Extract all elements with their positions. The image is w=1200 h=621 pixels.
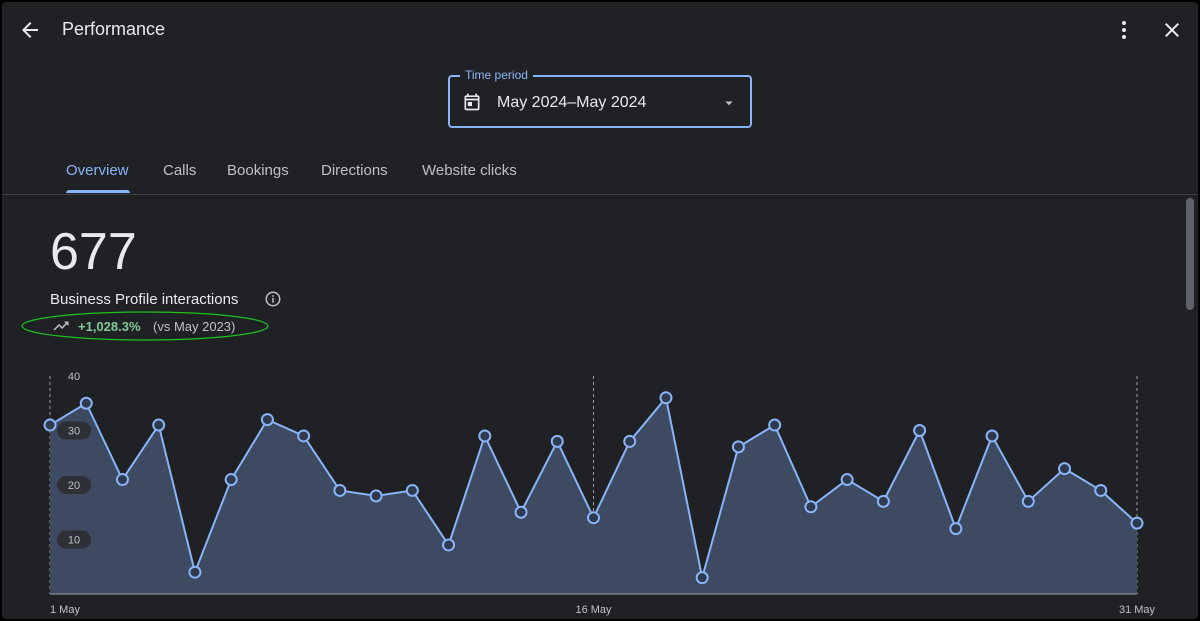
data-point bbox=[876, 494, 890, 508]
performance-dialog: Performance Time period May 2024–May 202… bbox=[2, 2, 1198, 619]
data-point bbox=[152, 418, 166, 432]
data-point bbox=[913, 424, 927, 437]
scrollbar-thumb[interactable] bbox=[1186, 198, 1194, 310]
time-period-value: May 2024–May 2024 bbox=[497, 94, 647, 111]
data-point bbox=[1130, 516, 1144, 530]
data-point bbox=[79, 396, 93, 410]
y-tick-label: 30 bbox=[68, 426, 80, 438]
tab-overview[interactable]: Overview bbox=[66, 162, 129, 179]
y-tick-label: 20 bbox=[68, 480, 80, 492]
data-point bbox=[405, 483, 419, 497]
x-tick-label: 1 May bbox=[50, 604, 80, 616]
data-point bbox=[333, 483, 347, 497]
x-tick-label: 31 May bbox=[1119, 604, 1156, 616]
arrow-back-icon[interactable] bbox=[18, 18, 42, 42]
data-point bbox=[1094, 483, 1108, 497]
top-bar: Performance bbox=[2, 2, 1198, 58]
data-point bbox=[115, 473, 129, 487]
data-point bbox=[985, 429, 999, 443]
time-period-select[interactable]: Time period May 2024–May 2024 bbox=[448, 68, 752, 128]
highlight-ellipse bbox=[21, 311, 269, 341]
page-title: Performance bbox=[62, 19, 166, 39]
data-point bbox=[659, 391, 673, 405]
active-tab-indicator bbox=[66, 190, 130, 193]
time-period-label: Time period bbox=[460, 68, 533, 82]
data-point bbox=[297, 429, 311, 443]
tab-directions[interactable]: Directions bbox=[321, 162, 388, 179]
data-point bbox=[260, 413, 274, 427]
data-point bbox=[623, 434, 637, 448]
x-tick-label: 16 May bbox=[575, 604, 612, 616]
data-point bbox=[550, 434, 564, 448]
data-point bbox=[43, 418, 57, 432]
data-point bbox=[949, 522, 963, 536]
data-point bbox=[731, 440, 745, 454]
calendar-icon bbox=[464, 93, 480, 111]
data-point bbox=[369, 489, 383, 503]
data-point bbox=[587, 511, 600, 525]
info-icon[interactable] bbox=[264, 290, 282, 308]
data-point bbox=[478, 429, 492, 443]
y-tick-label: 40 bbox=[68, 371, 80, 383]
dropdown-arrow-icon bbox=[725, 101, 733, 106]
data-point bbox=[695, 571, 709, 585]
data-point bbox=[1058, 462, 1072, 476]
data-point bbox=[804, 500, 818, 514]
tab-bar: Overview Calls Bookings Directions Websi… bbox=[2, 152, 1198, 195]
data-point bbox=[1021, 494, 1035, 508]
data-point bbox=[442, 538, 456, 552]
data-point bbox=[224, 473, 238, 487]
tab-bookings[interactable]: Bookings bbox=[227, 162, 289, 179]
data-point bbox=[514, 505, 528, 519]
more-vert-icon[interactable] bbox=[1112, 18, 1136, 42]
data-point bbox=[840, 473, 854, 487]
close-icon[interactable] bbox=[1160, 18, 1184, 42]
tab-website-clicks[interactable]: Website clicks bbox=[422, 162, 517, 179]
metric-label: Business Profile interactions bbox=[50, 291, 239, 308]
data-point bbox=[768, 418, 782, 432]
data-point bbox=[188, 565, 202, 579]
tab-calls[interactable]: Calls bbox=[163, 162, 196, 179]
series-area bbox=[50, 397, 1137, 594]
total-interactions: 677 bbox=[50, 223, 137, 281]
y-tick-label: 10 bbox=[68, 535, 80, 547]
interactions-chart: 10 20 30 40 1 May 16 May 31 May bbox=[43, 371, 1156, 616]
